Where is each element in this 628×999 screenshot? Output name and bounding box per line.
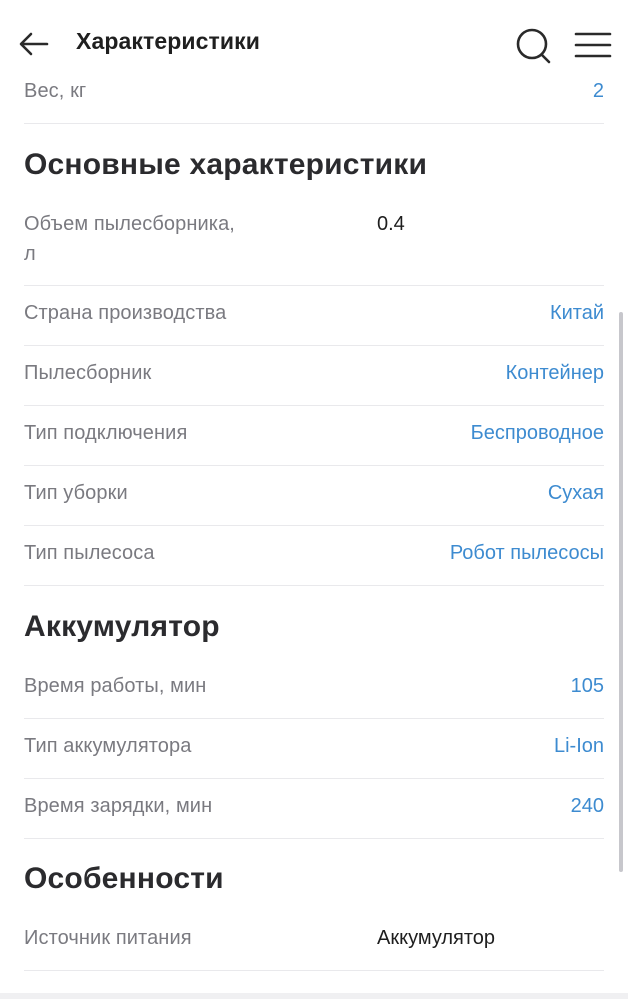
spec-value: 0.4 xyxy=(377,213,405,235)
spec-row-vacuum-type: Тип пылесоса Робот пылесосы xyxy=(24,525,604,586)
spec-value-link[interactable]: Li-Ion xyxy=(554,731,604,761)
spec-value-link[interactable]: 240 xyxy=(571,791,604,821)
spec-label: Время работы, мин xyxy=(24,675,207,697)
menu-button[interactable] xyxy=(572,26,614,66)
spec-label: Тип пылесоса xyxy=(24,542,155,564)
spec-label: Тип аккумулятора xyxy=(24,735,192,757)
spec-label: Источник питания xyxy=(24,927,192,949)
section-title-battery: Аккумулятор xyxy=(24,610,220,643)
spec-row-country: Страна производства Китай xyxy=(24,285,604,346)
spec-row-weight: Вес, кг 2 xyxy=(24,70,604,124)
spec-value-link[interactable]: Контейнер xyxy=(506,358,604,388)
bottom-edge xyxy=(0,993,628,999)
spec-value-link[interactable]: 2 xyxy=(593,76,604,106)
characteristics-screen: Характеристики Вес, кг 2 Основные характ… xyxy=(0,0,628,993)
spec-label: Страна производства xyxy=(24,302,227,324)
spec-label: Время зарядки, мин xyxy=(24,795,213,817)
spec-label: Вес, кг xyxy=(24,80,87,102)
hamburger-menu-icon xyxy=(574,32,612,58)
arrow-left-icon xyxy=(19,32,49,56)
search-button[interactable] xyxy=(514,26,554,66)
spec-value-link[interactable]: Беспроводное xyxy=(471,418,604,448)
search-icon xyxy=(516,28,551,64)
spec-value-link[interactable]: Робот пылесосы xyxy=(450,538,604,568)
back-button[interactable] xyxy=(14,26,54,62)
spec-label-line: Объем пылесборника, xyxy=(24,213,235,235)
spec-row-runtime: Время работы, мин 105 xyxy=(24,658,604,719)
top-app-bar: Характеристики xyxy=(0,0,628,78)
spec-row-connection: Тип подключения Беспроводное xyxy=(24,405,604,466)
section-title-features: Особенности xyxy=(24,862,224,895)
spec-row-cleaning-type: Тип уборки Сухая xyxy=(24,465,604,526)
spec-value-link[interactable]: 105 xyxy=(571,671,604,701)
spec-value-link[interactable]: Сухая xyxy=(548,478,604,508)
spec-row-charge-time: Время зарядки, мин 240 xyxy=(24,778,604,839)
spec-label: Пылесборник xyxy=(24,362,152,384)
spec-row-battery-type: Тип аккумулятора Li-Ion xyxy=(24,718,604,779)
spec-row-power-source: Источник питания Аккумулятор xyxy=(24,910,604,971)
spec-label: Тип подключения xyxy=(24,422,188,444)
spec-label-line: л xyxy=(24,243,36,265)
spec-row-dust-volume: Объем пылесборника, л 0.4 xyxy=(24,205,604,286)
spec-label: Тип уборки xyxy=(24,482,128,504)
page-title: Характеристики xyxy=(76,28,260,54)
spec-value-link[interactable]: Китай xyxy=(550,298,604,328)
spec-label: Объем пылесборника, л xyxy=(24,209,235,269)
section-title-main: Основные характеристики xyxy=(24,148,428,181)
scrollbar-thumb[interactable] xyxy=(619,312,623,872)
spec-row-dust-container: Пылесборник Контейнер xyxy=(24,345,604,406)
spec-value: Аккумулятор xyxy=(377,927,496,949)
